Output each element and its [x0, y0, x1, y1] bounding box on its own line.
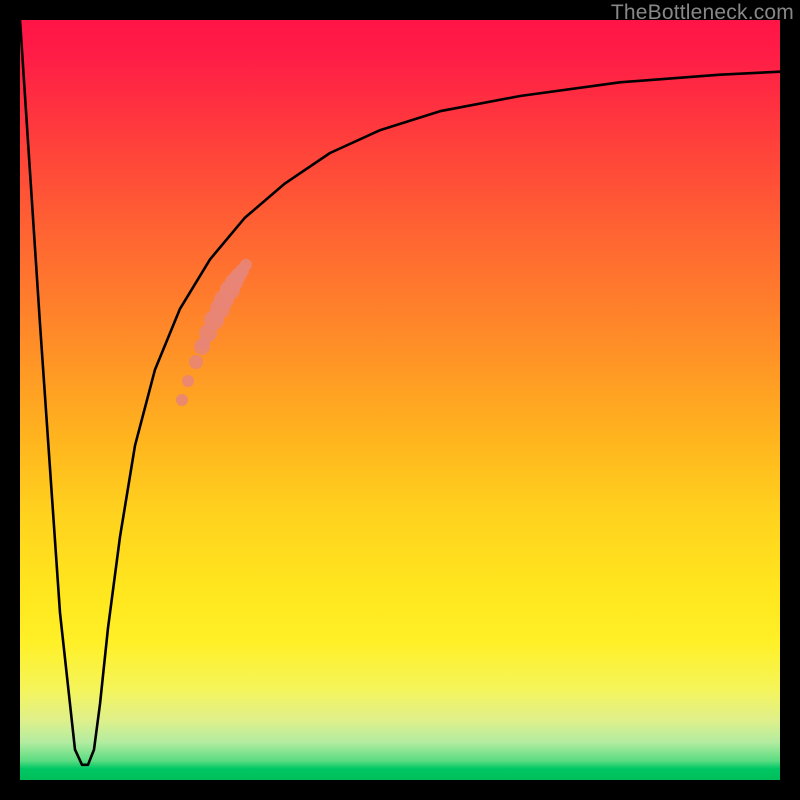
scatter-points [176, 259, 252, 406]
scatter-point [182, 375, 194, 387]
attribution-label: TheBottleneck.com [611, 1, 794, 25]
scatter-point [176, 394, 188, 406]
bottleneck-curve [20, 20, 780, 765]
chart-svg [20, 20, 780, 780]
scatter-point [189, 355, 203, 369]
scatter-point [240, 259, 252, 271]
chart-container: TheBottleneck.com [0, 0, 800, 800]
scatter-point [209, 309, 223, 323]
scatter-point [198, 337, 210, 349]
